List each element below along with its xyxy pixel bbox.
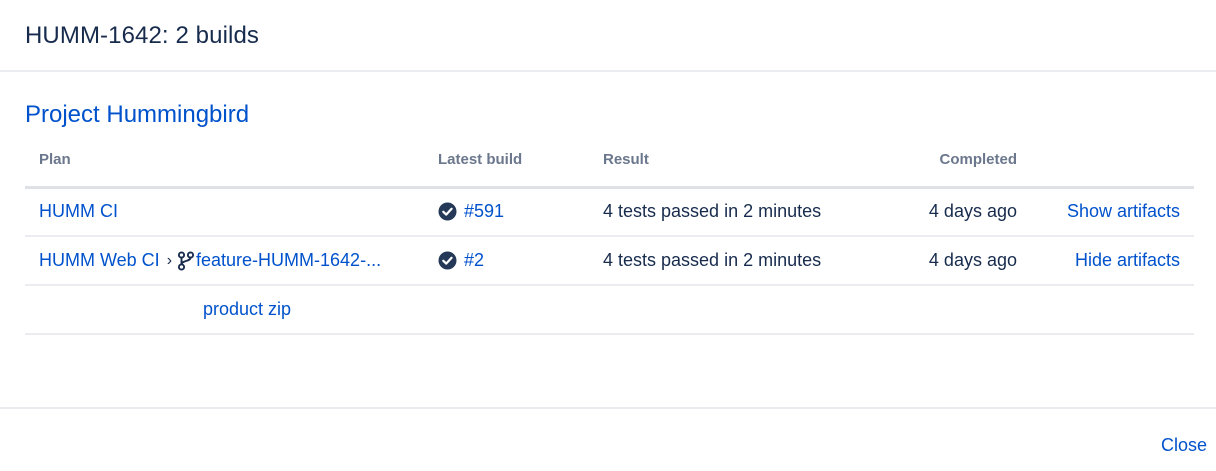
build-cell: #2 xyxy=(438,236,603,286)
build-number-link[interactable]: #2 xyxy=(464,250,484,271)
artifact-link-product-zip[interactable]: product zip xyxy=(203,299,291,319)
plan-link[interactable]: HUMM Web CI xyxy=(39,250,160,271)
breadcrumb-separator: › xyxy=(166,251,173,269)
completed-time: 4 days ago xyxy=(928,201,1017,222)
check-circle-icon xyxy=(438,251,457,270)
table-header-row: Plan Latest build Result Completed xyxy=(25,149,1194,189)
result-cell: 4 tests passed in 2 minutes xyxy=(603,236,863,286)
build-cell: #591 xyxy=(438,187,603,237)
column-header-latest-build: Latest build xyxy=(438,149,603,189)
dialog-header: HUMM-1642: 2 builds xyxy=(0,0,1216,72)
completed-time: 4 days ago xyxy=(928,250,1017,270)
build-number-link[interactable]: #591 xyxy=(464,201,504,222)
action-cell: Hide artifacts xyxy=(1017,236,1194,286)
builds-dialog: HUMM-1642: 2 builds Project Hummingbird … xyxy=(0,0,1216,471)
result-text: 4 tests passed in 2 minutes xyxy=(603,201,822,222)
column-header-actions xyxy=(1017,149,1194,189)
completed-cell: 4 days ago xyxy=(863,236,1017,286)
result-cell: 4 tests passed in 2 minutes xyxy=(603,187,863,237)
action-cell: Show artifacts xyxy=(1017,187,1194,237)
result-text: 4 tests passed in 2 minutes xyxy=(603,250,822,270)
table-row: HUMM CI #591 4 tests passed in 2 minutes… xyxy=(25,187,1194,237)
column-header-plan: Plan xyxy=(25,149,438,189)
artifact-cell: product zip xyxy=(25,285,1194,335)
builds-table: Plan Latest build Result Completed HUMM … xyxy=(25,149,1194,335)
table-row: HUMM Web CI › feature-HUMM-1642-... #2 4… xyxy=(25,236,1194,286)
artifact-row: product zip xyxy=(25,285,1194,335)
hide-artifacts-link[interactable]: Hide artifacts xyxy=(1075,250,1180,270)
column-header-completed: Completed xyxy=(863,149,1017,189)
show-artifacts-link[interactable]: Show artifacts xyxy=(1067,201,1180,221)
check-circle-icon xyxy=(438,202,457,221)
plan-link[interactable]: HUMM CI xyxy=(39,201,118,222)
branch-icon xyxy=(177,250,195,271)
close-button[interactable]: Close xyxy=(1161,435,1207,456)
branch-link[interactable]: feature-HUMM-1642-... xyxy=(196,250,381,271)
dialog-body: Project Hummingbird Plan Latest build Re… xyxy=(0,72,1216,335)
plan-cell: HUMM Web CI › feature-HUMM-1642-... xyxy=(25,236,438,286)
completed-cell: 4 days ago xyxy=(863,187,1017,237)
project-link[interactable]: Project Hummingbird xyxy=(25,101,249,129)
dialog-title: HUMM-1642: 2 builds xyxy=(25,22,259,49)
plan-cell: HUMM CI xyxy=(25,187,438,237)
column-header-result: Result xyxy=(603,149,863,189)
dialog-footer: Close xyxy=(0,407,1216,471)
